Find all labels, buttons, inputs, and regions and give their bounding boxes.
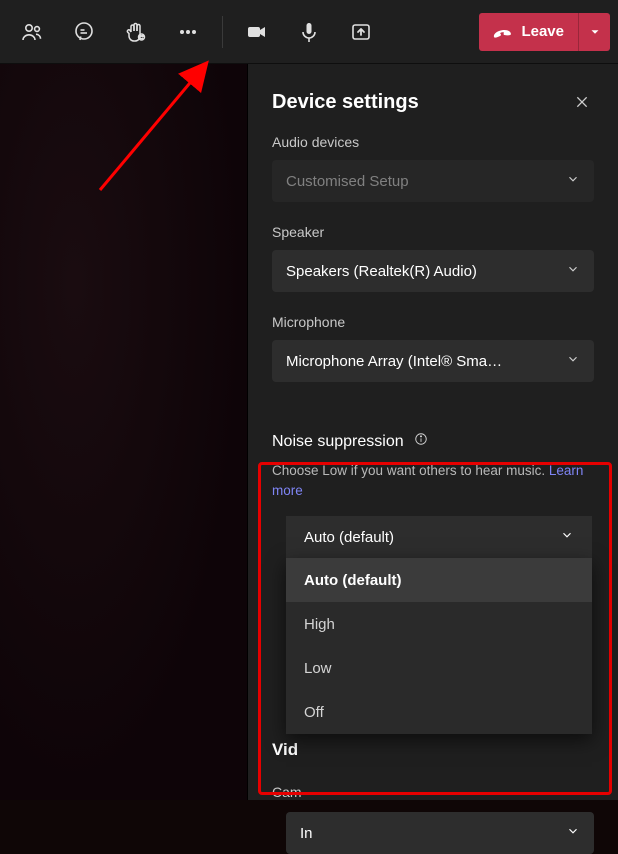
video-section-title: Vid <box>272 740 298 760</box>
noise-suppression-description: Choose Low if you want others to hear mu… <box>272 461 594 500</box>
share-icon[interactable] <box>337 8 385 56</box>
device-settings-panel: Device settings Audio devices Customised… <box>247 64 618 800</box>
noise-suppression-option[interactable]: Low <box>286 646 592 690</box>
speaker-dropdown[interactable]: Speakers (Realtek(R) Audio) <box>272 250 594 292</box>
audio-devices-section: Audio devices Customised Setup <box>248 134 618 202</box>
speaker-section: Speaker Speakers (Realtek(R) Audio) <box>248 224 618 292</box>
noise-suppression-menu: Auto (default) High Low Off <box>286 558 592 734</box>
microphone-icon[interactable] <box>285 8 333 56</box>
leave-button-label: Leave <box>521 23 564 40</box>
toolbar-right: Leave <box>471 13 610 51</box>
audio-devices-label: Audio devices <box>272 134 594 150</box>
toolbar-left <box>8 8 385 56</box>
people-icon[interactable] <box>8 8 56 56</box>
audio-devices-dropdown[interactable]: Customised Setup <box>272 160 594 202</box>
microphone-label: Microphone <box>272 314 594 330</box>
video-area <box>0 64 247 800</box>
more-options-icon[interactable] <box>164 8 212 56</box>
panel-header: Device settings <box>248 64 618 134</box>
noise-suppression-section: Noise suppression Choose Low if you want… <box>248 432 618 558</box>
info-icon[interactable] <box>414 432 428 451</box>
chevron-down-icon <box>566 352 580 370</box>
audio-devices-value: Customised Setup <box>286 173 556 190</box>
chevron-down-icon <box>560 528 574 546</box>
microphone-value: Microphone Array (Intel® Sma… <box>286 353 556 370</box>
microphone-dropdown[interactable]: Microphone Array (Intel® Sma… <box>272 340 594 382</box>
close-icon[interactable] <box>568 88 596 116</box>
leave-button-group: Leave <box>479 13 610 51</box>
microphone-section: Microphone Microphone Array (Intel® Sma… <box>248 314 618 382</box>
noise-suppression-title: Noise suppression <box>272 433 404 451</box>
chat-icon[interactable] <box>60 8 108 56</box>
camera-dropdown[interactable]: In <box>286 812 594 854</box>
camera-label: Cam <box>272 784 302 800</box>
noise-suppression-dropdown[interactable]: Auto (default) <box>286 516 592 558</box>
camera-icon[interactable] <box>233 8 281 56</box>
raise-hand-icon[interactable] <box>112 8 160 56</box>
speaker-label: Speaker <box>272 224 594 240</box>
top-toolbar: Leave <box>0 0 618 64</box>
noise-suppression-selected: Auto (default) <box>304 529 394 546</box>
chevron-down-icon <box>566 262 580 280</box>
leave-caret-button[interactable] <box>578 13 610 51</box>
leave-button[interactable]: Leave <box>479 13 578 51</box>
panel-title: Device settings <box>272 91 419 114</box>
noise-suppression-header: Noise suppression <box>272 432 594 451</box>
chevron-down-icon <box>566 172 580 190</box>
camera-value: In <box>300 825 313 842</box>
noise-suppression-option[interactable]: Auto (default) <box>286 558 592 602</box>
chevron-down-icon <box>566 824 580 842</box>
toolbar-divider <box>222 16 223 48</box>
noise-suppression-option[interactable]: High <box>286 602 592 646</box>
speaker-value: Speakers (Realtek(R) Audio) <box>286 263 556 280</box>
noise-suppression-option[interactable]: Off <box>286 690 592 734</box>
